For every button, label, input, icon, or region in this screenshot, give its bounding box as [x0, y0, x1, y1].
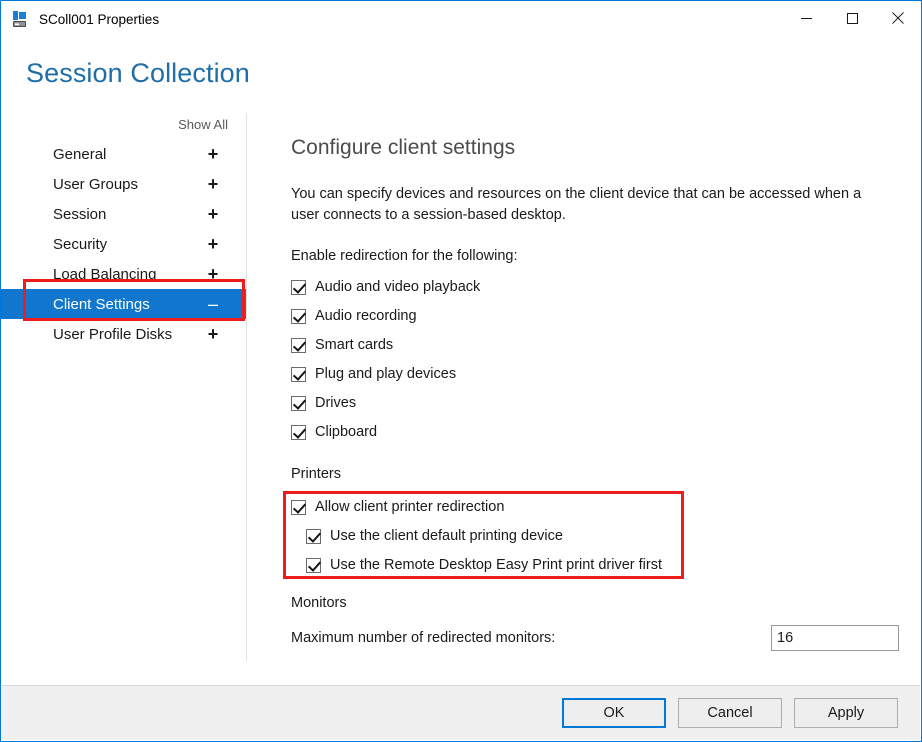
checkbox-row-drives[interactable]: Drives [291, 391, 901, 415]
checkbox-label: Audio recording [315, 308, 417, 324]
checkbox-row-use-client-default-printing-device[interactable]: Use the client default printing device [306, 524, 901, 548]
checkbox-label: Smart cards [315, 337, 394, 353]
sidebar-item-user-groups[interactable]: User Groups + [1, 169, 246, 199]
checkbox-icon[interactable] [291, 499, 306, 515]
checkbox-label: Use the client default printing device [330, 528, 563, 544]
max-monitors-label: Maximum number of redirected monitors: [291, 630, 556, 646]
checkbox-icon[interactable] [291, 366, 306, 382]
sidebar: Show All General + User Groups + Session… [1, 113, 246, 663]
maximize-button[interactable] [829, 1, 875, 35]
checkbox-label: Clipboard [315, 424, 378, 440]
max-monitors-input[interactable] [771, 625, 899, 651]
checkbox-label: Drives [315, 395, 357, 411]
window-controls [783, 1, 921, 37]
sidebar-item-label: User Groups [53, 175, 139, 193]
main-heading: Configure client settings [291, 136, 516, 159]
monitors-section-label: Monitors [291, 595, 347, 611]
sidebar-item-security[interactable]: Security + [1, 229, 246, 259]
expand-plus-icon: + [207, 204, 219, 224]
title-bar: SColl001 Properties [1, 1, 921, 37]
expand-plus-icon: + [207, 234, 219, 254]
checkbox-icon[interactable] [291, 424, 306, 440]
close-button[interactable] [875, 1, 921, 35]
sidebar-item-label: Session [53, 205, 107, 223]
window-title: SColl001 Properties [39, 11, 160, 27]
collapse-minus-icon: – [207, 294, 218, 314]
cancel-button[interactable]: Cancel [678, 698, 782, 728]
sidebar-item-label: Load Balancing [53, 265, 157, 283]
expand-plus-icon: + [207, 264, 219, 284]
checkbox-icon[interactable] [291, 308, 306, 324]
minimize-button[interactable] [783, 1, 829, 35]
checkbox-icon[interactable] [306, 528, 321, 544]
ok-button[interactable]: OK [562, 698, 666, 728]
sidebar-item-label: General [53, 145, 107, 163]
checkbox-row-audio-recording[interactable]: Audio recording [291, 304, 901, 328]
expand-plus-icon: + [207, 324, 219, 344]
checkbox-row-audio-video-playback[interactable]: Audio and video playback [291, 275, 901, 299]
sidebar-item-label: Security [53, 235, 108, 253]
checkbox-row-smart-cards[interactable]: Smart cards [291, 333, 901, 357]
main-content: Configure client settings You can specif… [291, 136, 901, 651]
checkbox-icon[interactable] [291, 337, 306, 353]
printers-section-label: Printers [291, 466, 341, 482]
checkbox-icon[interactable] [291, 279, 306, 295]
minimize-icon [800, 17, 812, 19]
checkbox-icon[interactable] [306, 557, 321, 573]
max-monitors-row: Maximum number of redirected monitors: [291, 625, 899, 651]
checkbox-row-clipboard[interactable]: Clipboard [291, 420, 901, 444]
sidebar-item-session[interactable]: Session + [1, 199, 246, 229]
checkbox-row-use-easy-print-driver-first[interactable]: Use the Remote Desktop Easy Print print … [306, 553, 901, 577]
sidebar-item-general[interactable]: General + [1, 139, 246, 169]
session-collection-icon [11, 10, 31, 28]
checkbox-row-allow-client-printer-redirection[interactable]: Allow client printer redirection [291, 495, 901, 519]
show-all-link[interactable]: Show All [178, 117, 228, 132]
sidebar-item-user-profile-disks[interactable]: User Profile Disks + [1, 319, 246, 349]
sidebar-nav-list: General + User Groups + Session + Securi… [1, 139, 246, 349]
expand-plus-icon: + [207, 144, 219, 164]
properties-dialog-window: SColl001 Properties Session Collection S… [0, 0, 922, 742]
checkbox-label: Plug and play devices [315, 366, 457, 382]
checkbox-label: Audio and video playback [315, 279, 481, 295]
close-icon [892, 12, 904, 24]
redirection-options-group: Audio and video playback Audio recording… [291, 275, 901, 444]
apply-button[interactable]: Apply [794, 698, 898, 728]
main-description: You can specify devices and resources on… [291, 186, 862, 223]
checkbox-icon[interactable] [291, 395, 306, 411]
redirection-label: Enable redirection for the following: [291, 248, 518, 264]
checkbox-row-plug-and-play-devices[interactable]: Plug and play devices [291, 362, 901, 386]
maximize-icon [846, 12, 858, 24]
dialog-footer: OK Cancel Apply [2, 685, 920, 740]
sidebar-item-load-balancing[interactable]: Load Balancing + [1, 259, 246, 289]
page-title: Session Collection [26, 58, 250, 88]
sidebar-item-label: Client Settings [53, 295, 150, 313]
checkbox-label: Allow client printer redirection [315, 499, 505, 515]
sidebar-divider [246, 113, 247, 661]
sidebar-item-client-settings[interactable]: Client Settings – [1, 289, 246, 319]
checkbox-label: Use the Remote Desktop Easy Print print … [330, 557, 663, 573]
sidebar-item-label: User Profile Disks [53, 325, 173, 343]
printers-options-group: Allow client printer redirection Use the… [291, 495, 901, 577]
expand-plus-icon: + [207, 174, 219, 194]
